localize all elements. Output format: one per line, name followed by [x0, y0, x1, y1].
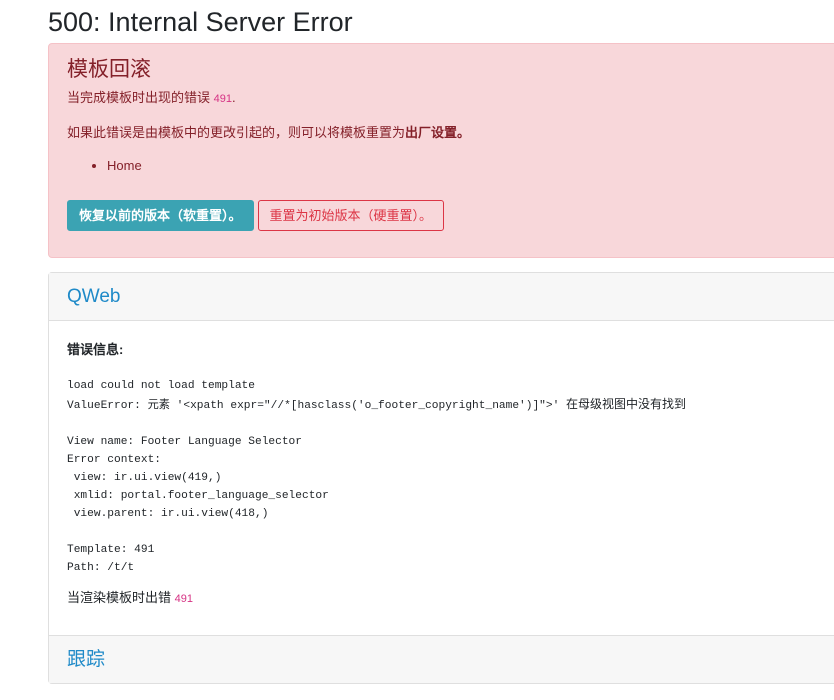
- reset-hint-text: 如果此错误是由模板中的更改引起的，则可以将模板重置为: [67, 125, 406, 140]
- template-id-code: 491: [213, 93, 232, 105]
- trace-line-1: load could not load template: [67, 380, 255, 392]
- template-rollback-alert: 模板回滚 当完成模板时出现的错误 491. 如果此错误是由模板中的更改引起的，则…: [48, 43, 834, 258]
- alert-subtext-end: .: [232, 90, 236, 105]
- link-list: Home: [67, 158, 829, 174]
- factory-settings-text: 出厂设置。: [405, 125, 471, 140]
- qweb-card-title[interactable]: QWeb: [67, 285, 829, 309]
- error-page: 500: Internal Server Error 模板回滚 当完成模板时出现…: [0, 0, 834, 700]
- trace-details: View name: Footer Language Selector Erro…: [67, 436, 329, 574]
- traceback-card-footer[interactable]: 跟踪: [49, 635, 834, 683]
- error-info-label: 错误信息:: [67, 342, 124, 357]
- page-title: 500: Internal Server Error: [48, 7, 353, 37]
- reset-button-row: 恢复以前的版本（软重置）。 重置为初始版本（硬重置）。: [67, 200, 445, 231]
- alert-subtext-label: 当完成模板时出现的错误: [67, 90, 211, 105]
- trace-line-2: ValueError: 元素 '<xpath expr="//*[hasclas…: [67, 400, 560, 412]
- list-item-home[interactable]: Home: [107, 158, 829, 174]
- trace-line-2-suffix: 在母级视图中没有找到: [566, 397, 687, 411]
- alert-heading: 模板回滚: [67, 58, 151, 81]
- render-template-id: 491: [174, 593, 193, 605]
- home-link[interactable]: Home: [107, 158, 142, 173]
- traceback-title[interactable]: 跟踪: [67, 648, 829, 672]
- reset-hint: 如果此错误是由模板中的更改引起的，则可以将模板重置为出厂设置。: [67, 125, 829, 141]
- alert-subtext: 当完成模板时出现的错误 491.: [67, 90, 829, 107]
- hard-reset-button[interactable]: 重置为初始版本（硬重置）。: [257, 200, 445, 231]
- soft-reset-button[interactable]: 恢复以前的版本（软重置）。: [67, 200, 254, 231]
- render-error: 当渲染模板时出错 491: [67, 590, 829, 607]
- qweb-card-body: 错误信息: load could not load template Value…: [49, 321, 834, 607]
- render-error-text: 当渲染模板时出错: [67, 590, 172, 605]
- qweb-card-header[interactable]: QWeb: [49, 273, 834, 321]
- error-trace: load could not load template ValueError:…: [67, 377, 829, 577]
- qweb-card: QWeb 错误信息: load could not load template …: [48, 272, 834, 684]
